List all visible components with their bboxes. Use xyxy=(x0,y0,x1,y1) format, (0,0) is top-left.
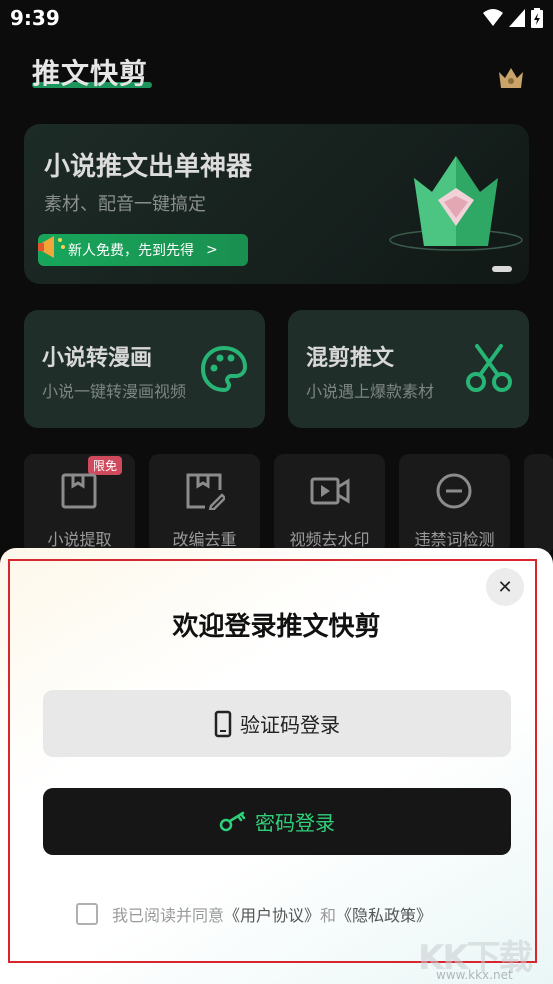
battery-icon xyxy=(531,8,543,28)
edit-book-icon xyxy=(186,473,225,510)
watermark-url: www.kkx.net xyxy=(436,968,513,982)
privacy-policy-link[interactable]: 《隐私政策》 xyxy=(336,902,432,926)
palette-icon xyxy=(200,345,248,393)
video-icon xyxy=(310,477,350,505)
banner-cta-button[interactable]: 新人免费，先到先得 > xyxy=(38,234,248,266)
tool-remove-watermark[interactable]: 视频去水印 xyxy=(274,454,385,554)
tool-novel-extract[interactable]: 限免 小说提取 xyxy=(24,454,135,554)
banner-title: 小说推文出单神器 xyxy=(44,152,253,182)
tool-label: 小说提取 xyxy=(47,530,112,549)
agreement-and: 和 xyxy=(320,906,337,925)
promo-banner[interactable]: 小说推文出单神器 素材、配音一键搞定 新人免费，先到先得 > xyxy=(24,124,529,284)
user-agreement-link[interactable]: 《用户协议》 xyxy=(224,902,320,926)
agreement-row: 我已阅读并同意 《用户协议》 和 《隐私政策》 xyxy=(76,902,432,926)
code-login-label: 验证码登录 xyxy=(240,713,340,737)
tool-more[interactable] xyxy=(524,454,553,554)
app-title: 推文快剪 xyxy=(32,57,149,90)
status-icons xyxy=(483,8,543,28)
card-subtitle: 小说遇上爆款素材 xyxy=(306,382,435,401)
minus-circle-icon xyxy=(436,473,472,509)
card-mix-cut[interactable]: 混剪推文 小说遇上爆款素材 xyxy=(288,310,529,428)
banner-cta-label: 新人免费，先到先得 xyxy=(68,243,194,259)
tool-label: 视频去水印 xyxy=(289,530,370,549)
code-login-button[interactable]: 验证码登录 xyxy=(43,690,511,757)
scissors-icon xyxy=(466,344,512,392)
banner-subtitle: 素材、配音一键搞定 xyxy=(44,194,206,215)
card-novel-to-comic[interactable]: 小说转漫画 小说一键转漫画视频 xyxy=(24,310,265,428)
tool-label: 改编去重 xyxy=(172,530,237,549)
login-title: 欢迎登录推文快剪 xyxy=(172,612,381,642)
card-title: 小说转漫画 xyxy=(42,346,153,371)
card-subtitle: 小说一键转漫画视频 xyxy=(42,382,187,401)
password-login-button[interactable]: 密码登录 xyxy=(43,788,511,855)
tools-row: 限免 小说提取 改编去重 视频去水印 违禁词检测 xyxy=(24,454,553,554)
megaphone-icon xyxy=(38,236,65,258)
phone-icon xyxy=(214,710,232,737)
tool-adapt-dedupe[interactable]: 改编去重 xyxy=(149,454,260,554)
agreement-checkbox[interactable] xyxy=(76,903,98,925)
close-icon: ✕ xyxy=(497,576,513,598)
tool-label: 违禁词检测 xyxy=(414,530,495,549)
chevron-right-icon: > xyxy=(206,242,218,258)
close-button[interactable]: ✕ xyxy=(486,568,524,606)
card-title: 混剪推文 xyxy=(306,346,395,371)
key-icon xyxy=(219,811,246,831)
agreement-text: 我已阅读并同意 xyxy=(112,906,225,925)
status-time: 9:39 xyxy=(10,6,60,30)
tool-banned-words[interactable]: 违禁词检测 xyxy=(399,454,510,554)
status-bar: 9:39 xyxy=(0,0,553,36)
wifi-icon xyxy=(483,9,503,26)
password-login-label: 密码登录 xyxy=(255,811,335,835)
book-icon xyxy=(61,473,97,509)
carousel-indicator xyxy=(492,266,512,272)
crown-icon[interactable] xyxy=(497,66,525,92)
signal-icon xyxy=(509,9,525,27)
diamond-crown-icon xyxy=(389,156,523,251)
